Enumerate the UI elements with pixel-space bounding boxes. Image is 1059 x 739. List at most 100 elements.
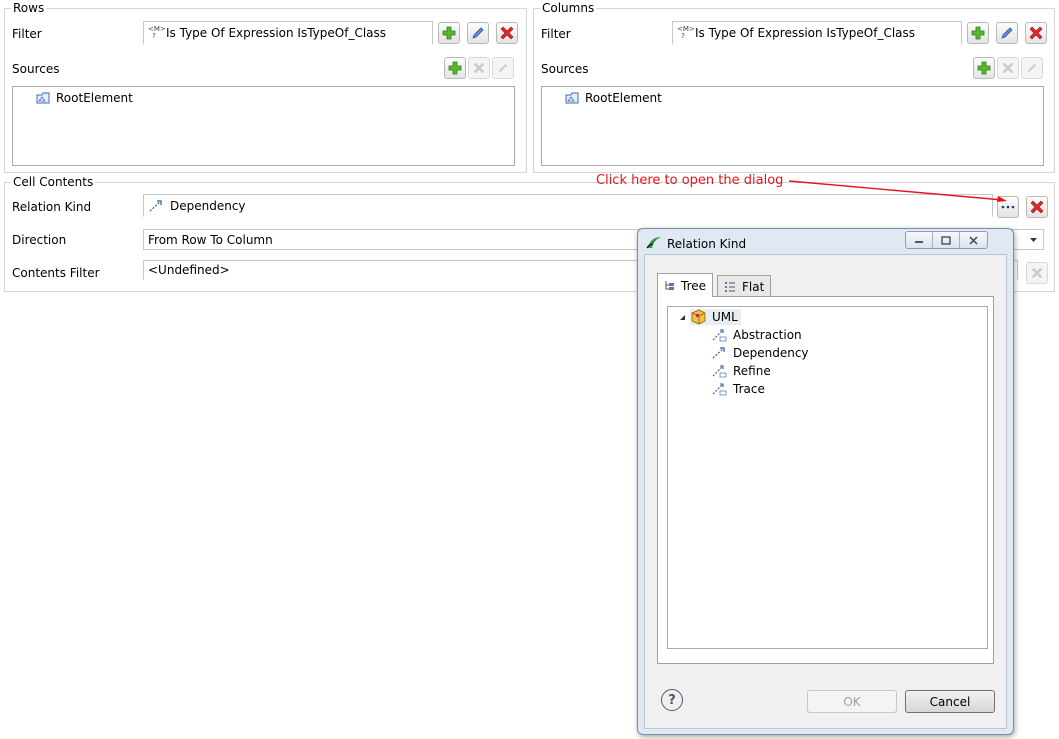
pencil-icon — [1027, 63, 1037, 73]
tab-flat[interactable]: Flat — [717, 275, 772, 297]
plus-icon — [442, 26, 456, 40]
plus-icon — [971, 26, 985, 40]
tree-tab-panel: UML Abstraction Dependency Refine Trace — [657, 296, 994, 664]
columns-filter-delete-button[interactable] — [1025, 22, 1047, 44]
relation-kind-dialog: Relation Kind Tree Flat UML Abstraction … — [637, 228, 1014, 735]
expression-icon: <M>? — [148, 25, 166, 40]
gray-x-icon — [1002, 62, 1014, 74]
columns-sources-delete-button[interactable] — [997, 57, 1019, 79]
red-x-icon — [500, 26, 514, 40]
annotation-arrow — [788, 180, 1007, 202]
rows-filter-field[interactable]: <M>? Is Type Of Expression IsTypeOf_Clas… — [143, 21, 433, 45]
annotation-text: Click here to open the dialog — [596, 173, 784, 188]
rows-sources-add-button[interactable] — [444, 57, 466, 79]
tree-item-label: Dependency — [733, 346, 809, 360]
maximize-button[interactable] — [933, 232, 960, 248]
rows-sources-edit-button[interactable] — [492, 57, 514, 79]
minimize-icon — [915, 241, 923, 243]
minimize-button[interactable] — [906, 232, 933, 248]
tab-tree[interactable]: Tree — [657, 273, 714, 297]
package-icon — [565, 92, 579, 104]
pencil-icon — [498, 63, 508, 73]
rows-filter-value: Is Type Of Expression IsTypeOf_Class — [166, 26, 387, 40]
columns-filter-edit-button[interactable] — [996, 22, 1018, 44]
dependency-icon — [149, 199, 162, 211]
rows-filter-add-button[interactable] — [438, 22, 460, 44]
rows-sources-label: Sources — [12, 62, 60, 76]
tree-item-abstraction[interactable]: Abstraction — [711, 327, 802, 343]
expression-icon: <M>? — [677, 25, 695, 40]
tree-item-uml[interactable]: UML — [690, 309, 741, 325]
columns-sources-edit-button[interactable] — [1021, 57, 1043, 79]
columns-source-label: RootElement — [585, 91, 662, 105]
tab-tree-label: Tree — [681, 278, 707, 293]
plus-icon — [977, 61, 991, 75]
rows-group-title: Rows — [11, 0, 47, 16]
window-controls — [905, 231, 988, 249]
abstraction-icon — [712, 329, 727, 342]
tree-item-uml-label: UML — [712, 310, 738, 324]
uml-package-icon — [691, 309, 706, 325]
rows-filter-edit-button[interactable] — [467, 22, 489, 44]
relation-kind-delete-button[interactable] — [1026, 196, 1048, 218]
question-icon: ? — [668, 692, 676, 708]
cancel-button-label: Cancel — [929, 694, 971, 709]
columns-filter-add-button[interactable] — [967, 22, 989, 44]
rows-filter-label: Filter — [12, 27, 42, 41]
list-item[interactable]: RootElement — [36, 90, 133, 106]
flat-list-icon — [725, 282, 735, 292]
dialog-title: Relation Kind — [667, 237, 747, 251]
columns-sources-label: Sources — [541, 62, 589, 76]
expand-toggle[interactable] — [677, 312, 687, 322]
rows-sources-list[interactable]: RootElement — [12, 86, 515, 166]
maximize-icon — [941, 235, 951, 245]
contents-filter-label: Contents Filter — [12, 266, 100, 280]
red-x-icon — [1029, 26, 1043, 40]
ok-button-label: OK — [843, 694, 861, 709]
red-x-icon — [1030, 200, 1044, 214]
plus-icon — [448, 61, 462, 75]
columns-sources-add-button[interactable] — [973, 57, 995, 79]
relation-kind-tree[interactable]: UML Abstraction Dependency Refine Trace — [667, 306, 988, 649]
ellipsis-icon — [1001, 205, 1015, 209]
direction-label: Direction — [12, 233, 67, 247]
contents-filter-delete-button[interactable] — [1026, 262, 1048, 284]
list-item[interactable]: RootElement — [565, 90, 662, 106]
cancel-button[interactable]: Cancel — [905, 690, 995, 713]
help-button[interactable]: ? — [661, 689, 683, 711]
contents-filter-value: <Undefined> — [148, 263, 230, 277]
columns-sources-list[interactable]: RootElement — [541, 86, 1044, 166]
tree-item-label: Abstraction — [733, 328, 802, 342]
columns-filter-value: Is Type Of Expression IsTypeOf_Class — [695, 26, 916, 40]
rows-source-label: RootElement — [56, 91, 133, 105]
ok-button[interactable]: OK — [807, 690, 897, 713]
columns-filter-label: Filter — [541, 27, 571, 41]
tree-view-icon — [665, 281, 674, 290]
relation-kind-value: Dependency — [170, 198, 246, 213]
columns-filter-field[interactable]: <M>? Is Type Of Expression IsTypeOf_Clas… — [672, 21, 962, 45]
tab-flat-label: Flat — [742, 279, 765, 294]
relation-kind-label: Relation Kind — [12, 200, 92, 214]
tree-item-refine[interactable]: Refine — [711, 363, 771, 379]
close-icon — [969, 235, 978, 245]
app-logo-icon — [646, 237, 661, 249]
dependency-icon — [712, 347, 725, 359]
package-icon — [36, 92, 50, 104]
tree-item-label: Trace — [733, 382, 765, 396]
pencil-icon — [1001, 27, 1013, 39]
trace-icon — [712, 383, 727, 396]
tree-item-label: Refine — [733, 364, 771, 378]
tree-item-dependency[interactable]: Dependency — [711, 345, 809, 361]
rows-sources-delete-button[interactable] — [468, 57, 490, 79]
direction-dropdown-arrow[interactable] — [1024, 231, 1042, 248]
triangle-down-icon — [679, 314, 685, 320]
pencil-icon — [472, 27, 484, 39]
direction-value: From Row To Column — [148, 232, 273, 247]
refine-icon — [712, 365, 727, 378]
rows-filter-delete-button[interactable] — [496, 22, 518, 44]
gray-x-icon — [1031, 267, 1043, 279]
tree-item-trace[interactable]: Trace — [711, 381, 765, 397]
close-button[interactable] — [960, 232, 987, 248]
columns-group-title: Columns — [540, 0, 597, 16]
gray-x-icon — [473, 62, 485, 74]
